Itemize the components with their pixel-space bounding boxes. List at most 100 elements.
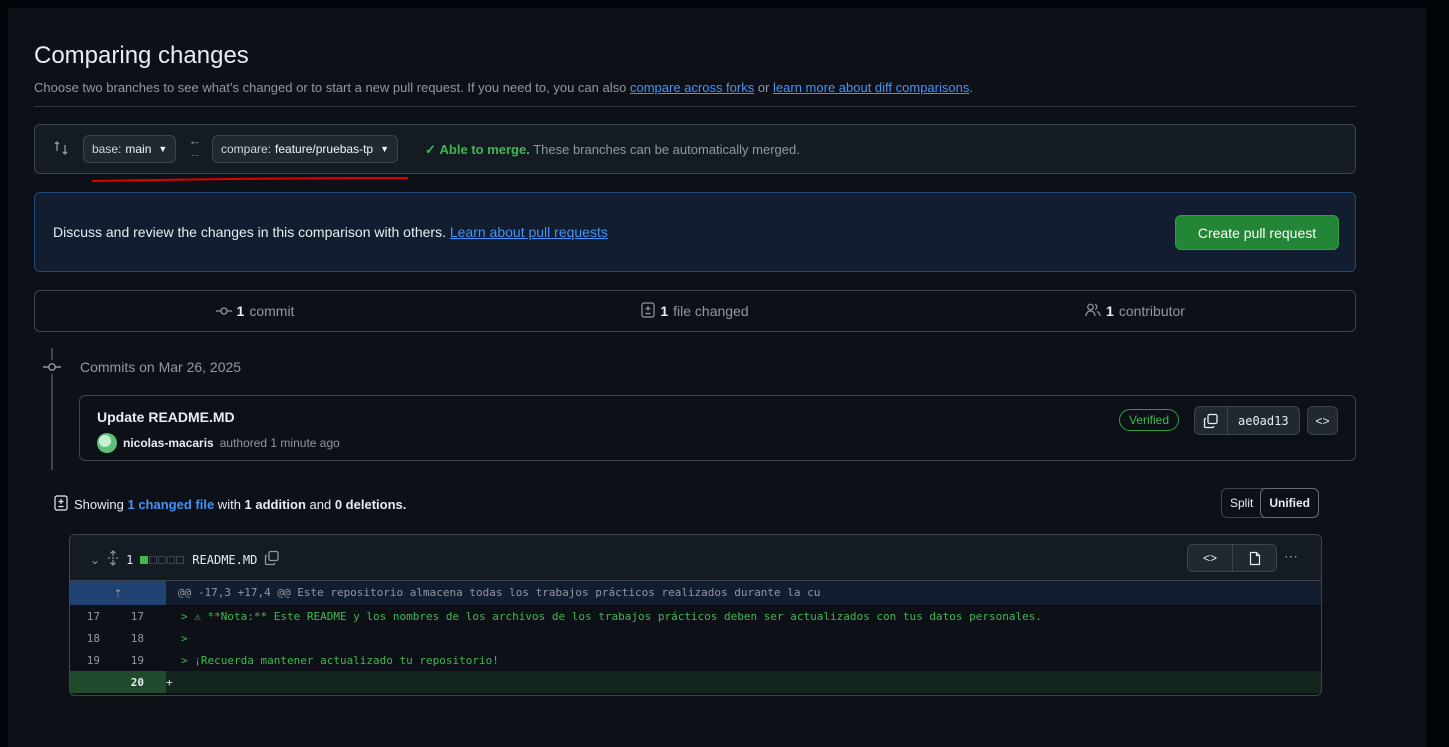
check-icon: ✓ [425, 142, 436, 157]
summary-prefix: Showing [74, 497, 128, 512]
commits-date-heading: Commits on Mar 26, 2025 [80, 359, 242, 375]
deletions-count: 0 deletions. [334, 497, 407, 512]
diff-file-header: ⌄ 1 README.MD <> ⋯ [70, 535, 1321, 581]
diff-line-added: 20 + [70, 671, 1321, 693]
unified-view-button[interactable]: Unified [1260, 488, 1320, 518]
base-branch-select[interactable]: base: main ▼ [83, 135, 177, 163]
page-subtitle: Choose two branches to see what’s change… [34, 80, 973, 95]
kebab-menu-icon[interactable]: ⋯ [1284, 548, 1299, 565]
comparison-stats: 1 commit 1 file changed 1 contributor [34, 290, 1356, 332]
new-line-number[interactable]: 17 [114, 610, 144, 623]
code-icon: <> [1202, 551, 1217, 565]
commits-stat[interactable]: 1 commit [35, 291, 475, 331]
files-label: file changed [673, 303, 749, 319]
subtitle-end: . [969, 80, 973, 95]
rich-view-button[interactable] [1232, 545, 1276, 571]
file-diff-icon [54, 495, 68, 514]
arrow-left-icon: ← [188, 133, 202, 148]
compare-value: feature/pruebas-tp [275, 142, 374, 156]
commit-title-link[interactable]: Update README.MD [97, 409, 235, 425]
commit-author-link[interactable]: nicolas-macaris [123, 436, 214, 450]
diff-line: 17 17 > ⚠ **Nota:** Este README y los no… [70, 605, 1321, 627]
subtitle-text: Choose two branches to see what’s change… [34, 80, 630, 95]
avatar[interactable] [97, 433, 117, 453]
contributors-label: contributor [1118, 303, 1185, 319]
red-underline-annotation [91, 177, 409, 182]
chevron-down-icon: ▼ [158, 144, 168, 154]
code-icon: <> [1315, 413, 1330, 428]
unfold-icon[interactable] [107, 550, 119, 569]
subtitle-or: or [754, 80, 774, 95]
changed-files-link[interactable]: 1 changed file [127, 497, 214, 512]
hunk-header: ⇡ @@ -17,3 +17,4 @@ Este repositorio alm… [70, 581, 1321, 605]
summary-and: and [305, 497, 335, 512]
old-line-number[interactable]: 18 [70, 632, 100, 645]
discuss-label: Discuss and review the changes in this c… [53, 224, 450, 240]
direction-arrow: ← ... [187, 133, 203, 159]
file-changes-count: 1 [126, 552, 134, 567]
commit-sha-link[interactable]: ae0ad13 [1228, 407, 1299, 434]
range-dots: ... [191, 148, 199, 158]
additions-count: 1 addition [244, 497, 306, 512]
expand-up-icon[interactable]: ⇡ [70, 581, 166, 605]
diff-file: ⌄ 1 README.MD <> ⋯ ⇡ @@ -17,3 +17,4 @@ E… [69, 534, 1322, 696]
compare-branch-select[interactable]: compare: feature/pruebas-tp ▼ [212, 135, 399, 163]
old-line-number[interactable]: 17 [70, 610, 100, 623]
diff-line: 19 19 > ¡Recuerda mantener actualizado t… [70, 649, 1321, 671]
compare-across-forks-link[interactable]: compare across forks [630, 80, 754, 95]
files-count: 1 [660, 303, 669, 319]
compare-key: compare: [221, 142, 272, 156]
git-compare-icon [53, 140, 69, 159]
diffstat-bar [140, 553, 185, 567]
hunk-header-text: @@ -17,3 +17,4 @@ Este repositorio almac… [178, 586, 821, 599]
summary-text: Showing 1 changed file with 1 addition a… [74, 497, 406, 512]
commit-authored-text: authored 1 minute ago [219, 436, 340, 450]
page-title: Comparing changes [34, 42, 249, 69]
commit-row: Update README.MD nicolas-macaris authore… [79, 395, 1356, 461]
commit-sha-group: ae0ad13 [1194, 406, 1300, 435]
commit-meta: nicolas-macaris authored 1 minute ago [97, 433, 340, 453]
merge-status-label: Able to merge. [439, 142, 530, 157]
chevron-down-icon[interactable]: ⌄ [90, 553, 100, 567]
create-pull-request-button[interactable]: Create pull request [1175, 215, 1339, 250]
commit-icon [215, 303, 232, 319]
new-line-number[interactable]: 20 [114, 676, 144, 689]
verified-badge[interactable]: Verified [1119, 409, 1180, 431]
new-line-number[interactable]: 18 [114, 632, 144, 645]
code-view-button[interactable]: <> [1188, 545, 1232, 571]
learn-pull-requests-link[interactable]: Learn about pull requests [450, 224, 608, 240]
file-name-link[interactable]: README.MD [192, 553, 257, 567]
discuss-text: Discuss and review the changes in this c… [53, 224, 608, 240]
people-icon [1085, 303, 1101, 320]
diff-view-toggle: Split Unified [1221, 488, 1320, 518]
divider [34, 106, 1356, 107]
commits-count: 1 [236, 303, 245, 319]
file-icon [1249, 551, 1260, 565]
chevron-down-icon: ▼ [380, 144, 390, 154]
files-stat[interactable]: 1 file changed [475, 291, 915, 331]
copy-icon [1203, 413, 1218, 428]
contributors-stat[interactable]: 1 contributor [915, 291, 1355, 331]
line-code: > [181, 632, 188, 645]
diff-line: 18 18 > [70, 627, 1321, 649]
base-value: main [125, 142, 152, 156]
file-diff-icon [641, 301, 655, 321]
file-header-left: ⌄ 1 README.MD [90, 550, 280, 569]
page: Comparing changes Choose two branches to… [8, 8, 1426, 747]
copy-sha-button[interactable] [1195, 407, 1228, 434]
commit-node-icon [43, 360, 61, 374]
contributors-count: 1 [1106, 303, 1114, 319]
learn-diff-comparisons-link[interactable]: learn more about diff comparisons [773, 80, 969, 95]
discuss-banner: Discuss and review the changes in this c… [34, 192, 1356, 272]
range-editor: base: main ▼ ← ... compare: feature/prue… [34, 124, 1356, 174]
new-line-number[interactable]: 19 [114, 654, 144, 667]
old-line-number[interactable]: 19 [70, 654, 100, 667]
copy-icon[interactable] [264, 550, 280, 569]
browse-repo-button[interactable]: <> [1307, 406, 1338, 435]
summary-with: with [214, 497, 245, 512]
base-key: base: [92, 142, 122, 156]
merge-status: ✓ Able to merge. These branches can be a… [425, 142, 800, 158]
line-code: > ⚠ **Nota:** Este README y los nombres … [181, 610, 1042, 623]
diff-summary: Showing 1 changed file with 1 addition a… [54, 495, 406, 514]
split-view-button[interactable]: Split [1222, 489, 1261, 517]
